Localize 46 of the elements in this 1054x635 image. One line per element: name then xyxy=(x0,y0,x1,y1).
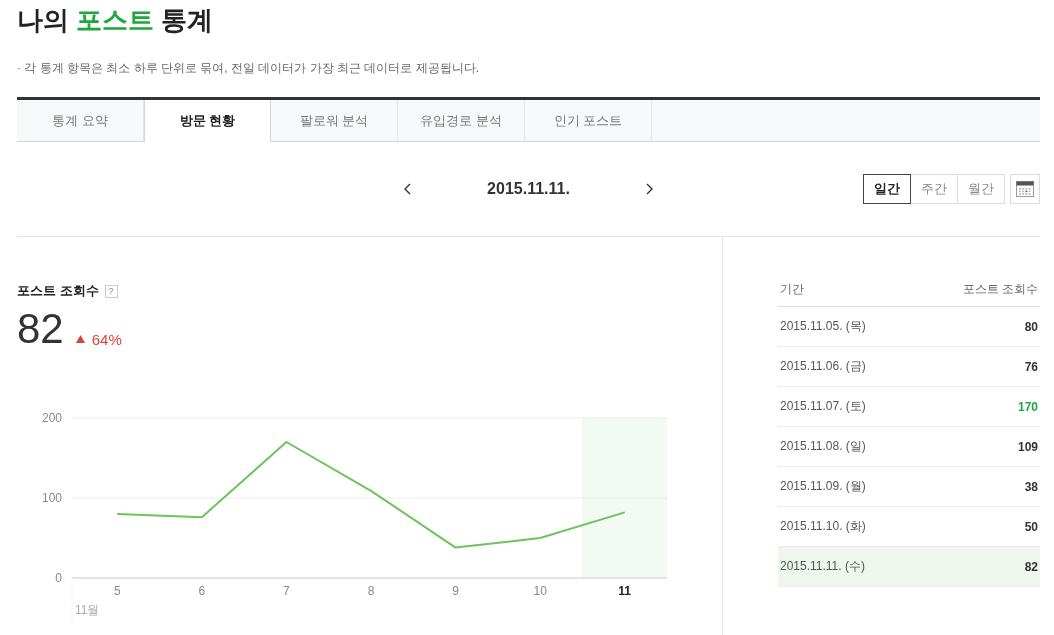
axis-label: 0 xyxy=(55,571,62,585)
axis-label: 10 xyxy=(533,584,547,598)
period-button[interactable]: 일간 xyxy=(863,174,911,204)
current-date: 2015.11.11. xyxy=(486,180,571,198)
tab[interactable]: 방문 현황 xyxy=(144,100,271,142)
calendar-icon xyxy=(1016,181,1034,197)
help-button[interactable]: ? xyxy=(104,284,118,298)
chevron-left-icon xyxy=(404,183,411,195)
chevron-right-icon xyxy=(646,183,653,195)
date-cell: 2015.11.07. (토) xyxy=(780,398,866,415)
info-note: · 각 통계 항목은 최소 하루 단위로 묶여, 전일 데이터가 가장 최근 데이터로 제공됩니다. xyxy=(17,60,479,76)
period-button[interactable]: 월간 xyxy=(957,174,1005,204)
views-cell: 109 xyxy=(1017,439,1038,454)
tab[interactable]: 유입경로 분석 xyxy=(398,100,525,141)
metric-value: 82 xyxy=(17,307,64,351)
page-title: 나의 포스트 통계 xyxy=(17,4,214,36)
views-cell: 170 xyxy=(1017,399,1038,414)
column-header: 기간 xyxy=(780,280,804,298)
change-percent: 64% xyxy=(91,330,122,348)
axis-label: 7 xyxy=(283,584,290,598)
axis-label: 11 xyxy=(618,584,632,598)
date-cell: 2015.11.05. (목) xyxy=(780,318,866,335)
axis-label: 200 xyxy=(41,411,62,425)
metric-title: 포스트 조회수 xyxy=(17,282,99,300)
period-button[interactable]: 주간 xyxy=(910,174,958,204)
table-row[interactable]: 2015.11.11. (수) 82 xyxy=(778,547,1040,587)
views-cell: 76 xyxy=(1024,359,1038,374)
column-header: 포스트 조회수 xyxy=(962,280,1038,298)
month-label: 11월 xyxy=(75,603,100,617)
date-cell: 2015.11.10. (화) xyxy=(780,518,866,535)
date-cell: 2015.11.09. (월) xyxy=(780,478,866,495)
axis-label: 8 xyxy=(367,584,375,598)
calendar-button[interactable] xyxy=(1010,174,1040,204)
views-cell: 50 xyxy=(1024,519,1038,534)
tab[interactable]: 팔로워 분석 xyxy=(271,100,398,141)
views-cell: 82 xyxy=(1024,559,1038,574)
views-cell: 80 xyxy=(1024,319,1038,334)
date-cell: 2015.11.08. (일) xyxy=(780,438,866,455)
axis-label: 9 xyxy=(452,584,459,598)
views-cell: 38 xyxy=(1024,479,1038,494)
axis-label: 5 xyxy=(113,584,121,598)
axis-label: 100 xyxy=(41,491,62,505)
date-cell: 2015.11.06. (금) xyxy=(780,358,866,375)
axis-label: 6 xyxy=(198,584,206,598)
date-cell: 2015.11.11. (수) xyxy=(780,558,865,575)
tab[interactable]: 인기 포스트 xyxy=(525,100,652,141)
